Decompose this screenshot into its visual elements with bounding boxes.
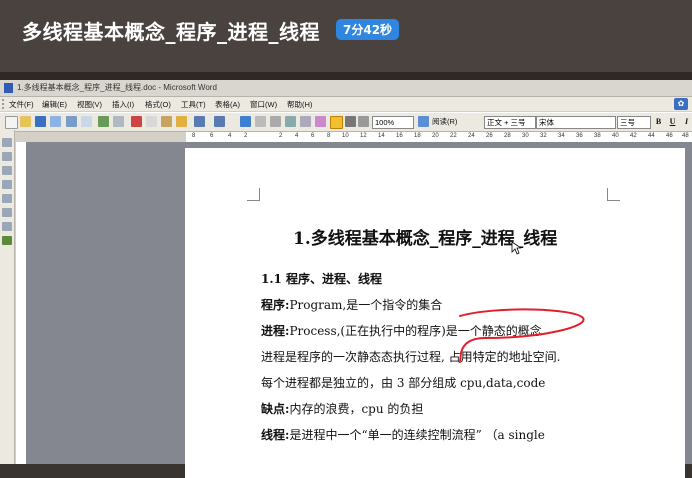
print-preview-icon[interactable]: [81, 116, 92, 127]
menu-file[interactable]: 文件(F): [9, 99, 34, 110]
redo-icon[interactable]: [214, 116, 225, 127]
divider: [0, 72, 692, 80]
arrow-icon[interactable]: [2, 180, 12, 189]
ruler-mark: 46: [666, 133, 673, 139]
ruler-mark: 6: [210, 133, 214, 139]
rectangle-icon[interactable]: [2, 194, 12, 203]
hyperlink-icon[interactable]: [240, 116, 251, 127]
permission-icon[interactable]: [50, 116, 61, 127]
menu-help[interactable]: 帮助(H): [287, 99, 312, 110]
ruler-mark: 14: [378, 133, 385, 139]
clipart-icon[interactable]: [2, 236, 12, 245]
ruler-margin: [0, 132, 186, 142]
drawing-toolbar: [0, 130, 15, 464]
menu-table[interactable]: 表格(A): [215, 99, 240, 110]
format-painter-icon[interactable]: [176, 116, 187, 127]
annotation-underline: [459, 308, 585, 363]
title-bar: 1.多线程基本概念_程序_进程_线程.doc - Microsoft Word: [0, 80, 692, 97]
document-map-icon[interactable]: [330, 116, 343, 129]
save-icon[interactable]: [35, 116, 46, 127]
ruler-mark: 24: [468, 133, 475, 139]
underline-button[interactable]: U: [667, 116, 678, 127]
menu-view[interactable]: 视图(V): [77, 99, 102, 110]
ruler-mark: 2: [279, 133, 283, 139]
standard-toolbar: 100% 阅读(R) 正文 + 三号 宋体 三号 B U I: [0, 112, 692, 132]
oval-icon[interactable]: [2, 208, 12, 217]
ruler-mark: 6: [311, 133, 315, 139]
ruler-mark: 16: [396, 133, 403, 139]
document-workspace: 1.多线程基本概念_程序_进程_线程 1.1 程序、进程、线程 程序:Progr…: [26, 142, 692, 478]
ruler-mark: 48: [682, 133, 689, 139]
help-toolbar-icon[interactable]: [418, 116, 429, 127]
menu-edit[interactable]: 编辑(E): [42, 99, 67, 110]
mouse-cursor-icon: [511, 241, 521, 255]
ruler-mark: 4: [295, 133, 299, 139]
ruler-mark: 8: [327, 133, 331, 139]
menu-grip-icon: [2, 99, 7, 109]
menu-insert[interactable]: 插入(I): [112, 99, 134, 110]
undo-icon[interactable]: [194, 116, 205, 127]
ruler-mark: 2: [244, 133, 248, 139]
ruler-mark: 10: [342, 133, 349, 139]
font-size-select[interactable]: 三号: [617, 116, 651, 129]
show-hide-icon[interactable]: [345, 116, 356, 127]
spelling-icon[interactable]: [98, 116, 109, 127]
cut-icon[interactable]: [131, 116, 142, 127]
video-title: 多线程基本概念_程序_进程_线程: [22, 20, 320, 44]
help-icon[interactable]: ✿: [674, 98, 688, 110]
ruler-mark: 42: [630, 133, 637, 139]
menu-tools[interactable]: 工具(T): [181, 99, 206, 110]
textbox-icon[interactable]: [2, 222, 12, 231]
new-doc-icon[interactable]: [5, 116, 18, 129]
read-button[interactable]: 阅读(R): [432, 116, 457, 127]
zoom-select[interactable]: 100%: [372, 116, 414, 129]
ruler-mark: 44: [648, 133, 655, 139]
font-select[interactable]: 宋体: [536, 116, 616, 129]
ruler-mark: 32: [540, 133, 547, 139]
ruler-mark: 18: [414, 133, 421, 139]
ruler-mark: 34: [558, 133, 565, 139]
style-select[interactable]: 正文 + 三号: [484, 116, 536, 129]
ruler-mark: 36: [576, 133, 583, 139]
select-objects-icon[interactable]: [2, 138, 12, 147]
window-title: 1.多线程基本概念_程序_进程_线程.doc - Microsoft Word: [17, 83, 217, 92]
italic-button[interactable]: I: [681, 116, 692, 127]
ruler-mark: 38: [594, 133, 601, 139]
ruler-mark: 26: [486, 133, 493, 139]
menu-bar: 文件(F) 编辑(E) 视图(V) 插入(I) 格式(O) 工具(T) 表格(A…: [0, 97, 692, 111]
duration-badge: 7分42秒: [336, 19, 400, 40]
zoom-icon: [358, 116, 369, 127]
ruler-mark: 8: [192, 133, 196, 139]
word-window: 1.多线程基本概念_程序_进程_线程.doc - Microsoft Word …: [0, 80, 692, 478]
research-icon[interactable]: [113, 116, 124, 127]
ruler-mark: 40: [612, 133, 619, 139]
ruler-mark: 22: [450, 133, 457, 139]
columns-icon[interactable]: [300, 116, 311, 127]
video-header: 多线程基本概念_程序_进程_线程 7分42秒: [0, 0, 692, 72]
copy-icon[interactable]: [146, 116, 157, 127]
tables-borders-icon[interactable]: [255, 116, 266, 127]
ruler-mark: 4: [228, 133, 232, 139]
ruler-mark: 20: [432, 133, 439, 139]
autoshape-icon[interactable]: [2, 152, 12, 161]
ruler-mark: 28: [504, 133, 511, 139]
menu-format[interactable]: 格式(O): [145, 99, 171, 110]
drawing-icon[interactable]: [315, 116, 326, 127]
insert-excel-icon[interactable]: [285, 116, 296, 127]
document-page[interactable]: 1.多线程基本概念_程序_进程_线程 1.1 程序、进程、线程 程序:Progr…: [185, 148, 685, 478]
print-icon[interactable]: [66, 116, 77, 127]
line-icon[interactable]: [2, 166, 12, 175]
paste-icon[interactable]: [161, 116, 172, 127]
menu-window[interactable]: 窗口(W): [250, 99, 277, 110]
ruler-mark: 30: [522, 133, 529, 139]
word-doc-icon: [4, 83, 13, 93]
bold-button[interactable]: B: [653, 116, 664, 127]
open-folder-icon[interactable]: [20, 116, 31, 127]
insert-table-icon[interactable]: [270, 116, 281, 127]
ruler-mark: 12: [360, 133, 367, 139]
